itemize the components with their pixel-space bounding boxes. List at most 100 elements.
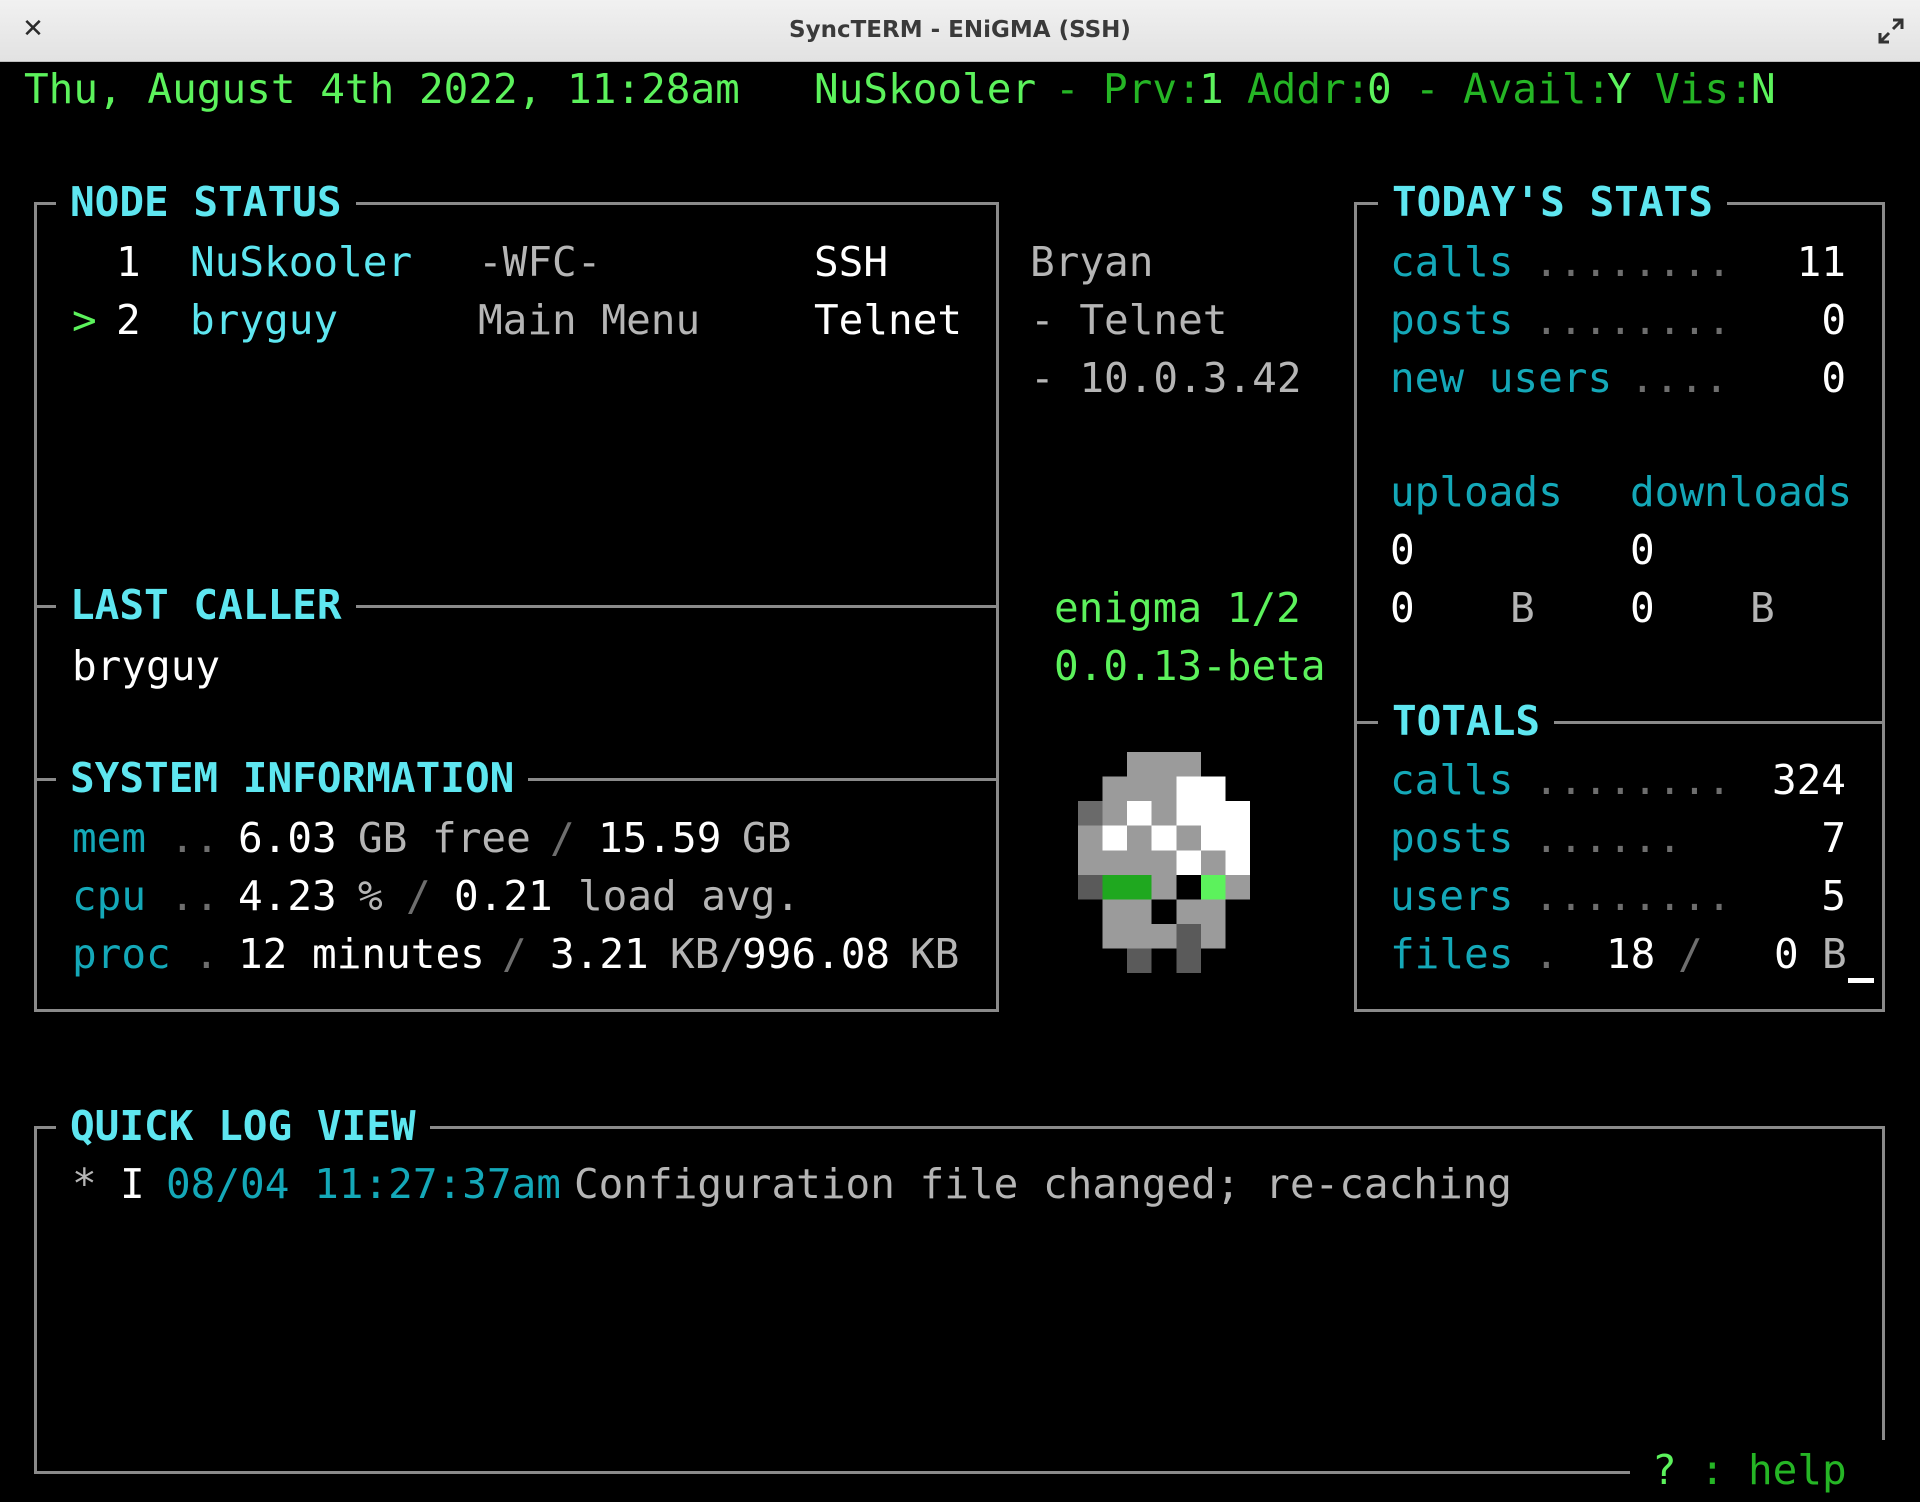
node-status-heading: NODE STATUS — [56, 178, 356, 226]
node-number: 1 — [116, 238, 141, 286]
stat-key: users — [1390, 872, 1514, 920]
last-caller-name: bryguy — [72, 642, 221, 690]
status-prv-value: 1 — [1199, 65, 1224, 113]
help-separator: : — [1700, 1446, 1725, 1494]
uploads-label: uploads — [1390, 468, 1563, 516]
cpu-percent-unit: % — [358, 872, 383, 920]
status-prv-label: Prv: — [1103, 65, 1202, 113]
files-unit: B — [1822, 930, 1847, 978]
dots: .. — [170, 872, 220, 920]
dots: ........ — [1534, 296, 1732, 344]
node-user: NuSkooler — [190, 238, 413, 286]
status-vis-value: N — [1751, 65, 1776, 113]
stat-key: new users — [1390, 354, 1613, 402]
quick-log-heading: QUICK LOG VIEW — [56, 1102, 430, 1150]
window-titlebar: ✕ SyncTERM - ENiGMA (SSH) — [0, 0, 1920, 62]
proc-key: proc — [72, 930, 171, 978]
mem-total: 15.59 — [598, 814, 722, 862]
node-protocol: SSH — [814, 238, 889, 286]
node-user: bryguy — [190, 296, 339, 344]
node-action: -WFC- — [478, 238, 602, 286]
status-addr-label: Addr: — [1247, 65, 1371, 113]
status-addr-value: 0 — [1367, 65, 1392, 113]
dots: ........ — [1534, 238, 1732, 286]
dots: .. — [170, 814, 220, 862]
downloads-unit: B — [1750, 584, 1775, 632]
files-bytes: 0 — [1774, 930, 1799, 978]
version-number: 0.0.13-beta — [1054, 642, 1326, 690]
stat-key: calls — [1390, 238, 1514, 286]
node-protocol: Telnet — [814, 296, 963, 344]
dots: ........ — [1534, 756, 1732, 804]
separator: / — [550, 814, 575, 862]
mem-free-unit: GB free — [358, 814, 531, 862]
stat-value: 0 — [1821, 354, 1846, 402]
node-number: 2 — [116, 296, 141, 344]
help-key: ? — [1652, 1446, 1677, 1494]
cpu-percent: 4.23 — [238, 872, 337, 920]
proc-used: 3.21 — [550, 930, 649, 978]
uploads-bytes: 0 — [1390, 584, 1415, 632]
log-timestamp: 08/04 11:27:37am — [166, 1160, 561, 1208]
status-separator: - — [1415, 65, 1440, 113]
log-message: Configuration file changed; re-caching — [574, 1160, 1512, 1208]
dots: ...... — [1534, 814, 1683, 862]
stat-value: 11 — [1796, 238, 1846, 286]
system-info-heading: SYSTEM INFORMATION — [56, 754, 529, 802]
totals-heading: TOTALS — [1378, 697, 1555, 745]
log-level: I — [120, 1160, 145, 1208]
uploads-count: 0 — [1390, 526, 1415, 574]
fullscreen-icon[interactable] — [1876, 16, 1906, 46]
cpu-load: 0.21 — [454, 872, 553, 920]
downloads-bytes: 0 — [1630, 584, 1655, 632]
dots: ........ — [1534, 872, 1732, 920]
stat-key: posts — [1390, 814, 1514, 862]
cpu-key: cpu — [72, 872, 147, 920]
skull-logo-icon — [1078, 752, 1250, 974]
proc-total: 996.08 — [742, 930, 891, 978]
separator: / — [1678, 930, 1703, 978]
help-label: help — [1748, 1446, 1847, 1494]
node-action: Main Menu — [478, 296, 701, 344]
selection-marker: > — [72, 296, 97, 344]
mem-free: 6.03 — [238, 814, 337, 862]
status-vis-label: Vis: — [1655, 65, 1754, 113]
text-cursor — [1848, 978, 1874, 983]
status-username: NuSkooler — [814, 65, 1037, 113]
status-avail-value: Y — [1607, 65, 1632, 113]
dots: .... — [1630, 354, 1729, 402]
dots: . — [1534, 930, 1559, 978]
downloads-count: 0 — [1630, 526, 1655, 574]
proc-total-unit: KB — [910, 930, 960, 978]
cpu-load-unit: load avg. — [578, 872, 801, 920]
window-title: SyncTERM - ENiGMA (SSH) — [789, 17, 1131, 43]
stat-value: 7 — [1821, 814, 1846, 862]
status-separator: - — [1055, 65, 1080, 113]
separator: / — [502, 930, 527, 978]
node-detail-protocol: - Telnet — [1030, 296, 1228, 344]
log-bullet: * — [72, 1160, 97, 1208]
files-count: 18 — [1606, 930, 1656, 978]
dots: . — [194, 930, 219, 978]
help-hint[interactable]: ? : help — [1630, 1440, 1890, 1500]
uploads-unit: B — [1510, 584, 1535, 632]
separator: / — [406, 872, 431, 920]
stat-key: calls — [1390, 756, 1514, 804]
status-avail-label: Avail: — [1463, 65, 1612, 113]
downloads-label: downloads — [1630, 468, 1853, 516]
last-caller-heading: LAST CALLER — [56, 581, 356, 629]
node-detail-name: Bryan — [1030, 238, 1154, 286]
proc-uptime: 12 minutes — [238, 930, 485, 978]
version-name: enigma 1/2 — [1054, 584, 1301, 632]
proc-used-unit: KB/ — [670, 930, 745, 978]
mem-total-unit: GB — [742, 814, 792, 862]
node-detail-address: - 10.0.3.42 — [1030, 354, 1302, 402]
mem-key: mem — [72, 814, 147, 862]
stat-key: files — [1390, 930, 1514, 978]
stat-value: 0 — [1821, 296, 1846, 344]
todays-stats-heading: TODAY'S STATS — [1378, 178, 1727, 226]
stat-value: 324 — [1771, 756, 1846, 804]
status-date: Thu, August 4th 2022, 11:28am — [24, 65, 740, 113]
stat-value: 5 — [1821, 872, 1846, 920]
stat-key: posts — [1390, 296, 1514, 344]
